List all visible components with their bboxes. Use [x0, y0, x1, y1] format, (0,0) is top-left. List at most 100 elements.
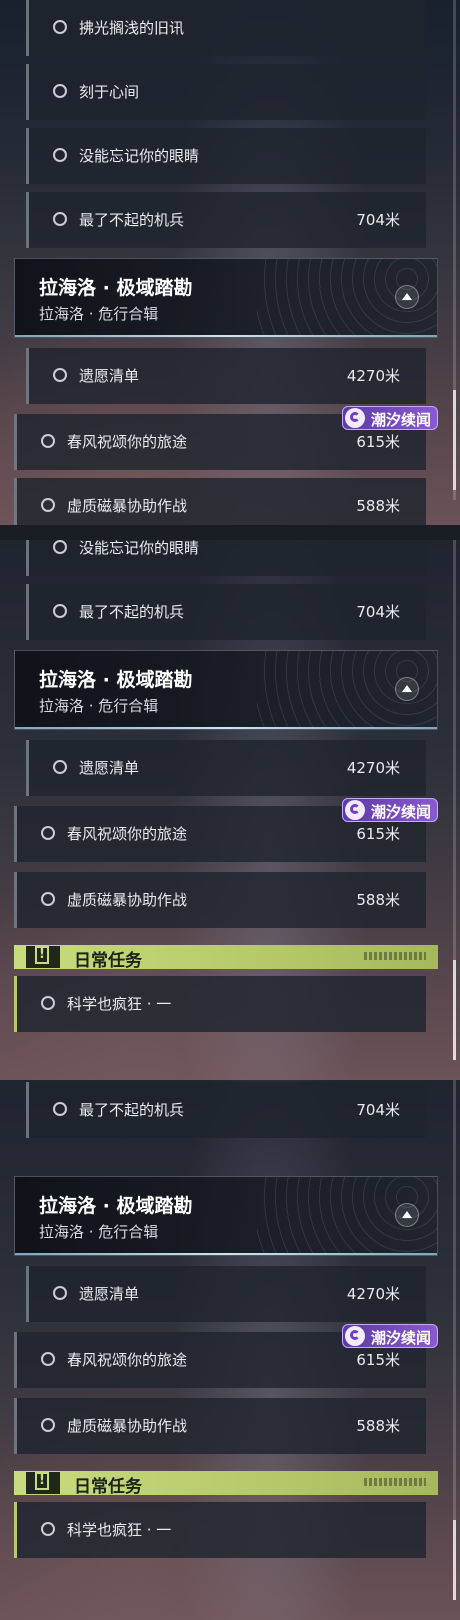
- quest-distance: 588米: [356, 497, 400, 515]
- section-title: 拉海洛 · 极域踏勘: [39, 1195, 193, 1217]
- circle-icon: [41, 892, 55, 906]
- quest-row[interactable]: 最了不起的机兵 704米: [26, 584, 426, 640]
- circle-icon: [41, 434, 55, 448]
- daily-quests-header[interactable]: 日常任务: [14, 1471, 438, 1497]
- quest-label: 虚质磁暴协助作战: [67, 1417, 188, 1435]
- quest-row[interactable]: 虚质磁暴协助作战 588米: [14, 1398, 426, 1454]
- quest-label: 遗愿清单: [79, 367, 140, 385]
- quest-label: 没能忘记你的眼睛: [79, 540, 200, 557]
- tide-icon: [345, 408, 365, 428]
- quest-label: 最了不起的机兵: [79, 603, 185, 621]
- event-badge: 潮汐续闻: [342, 406, 438, 430]
- circle-icon: [53, 540, 67, 554]
- quest-label: 春风祝颂你的旅途: [67, 1351, 188, 1369]
- quest-section-header[interactable]: 拉海洛 · 极域踏勘 拉海洛 · 危行合辑: [14, 258, 438, 338]
- quest-label: 最了不起的机兵: [79, 1101, 185, 1119]
- section-subtitle: 拉海洛 · 危行合辑: [39, 697, 159, 715]
- quest-label: 遗愿清单: [79, 759, 140, 777]
- tide-icon: [345, 1326, 365, 1346]
- quest-distance: 704米: [356, 211, 400, 229]
- event-badge-label: 潮汐续闻: [371, 803, 432, 821]
- chevron-up-icon[interactable]: [395, 285, 419, 309]
- quest-row[interactable]: 遗愿清单 4270米: [26, 740, 426, 796]
- chevron-up-icon[interactable]: [395, 677, 419, 701]
- section-underline: [15, 335, 437, 337]
- quest-distance: 615米: [356, 1351, 400, 1369]
- quest-distance: 704米: [356, 1101, 400, 1119]
- circle-icon: [41, 498, 55, 512]
- scrollbar-thumb[interactable]: [453, 1520, 456, 1600]
- quest-label: 虚质磁暴协助作战: [67, 497, 188, 515]
- circle-icon: [53, 760, 67, 774]
- quest-distance: 588米: [356, 891, 400, 909]
- quest-panel-2: 没能忘记你的眼睛 最了不起的机兵 704米 拉海洛 · 极域踏勘 拉海洛 · 危…: [0, 540, 460, 1080]
- scrollbar-thumb[interactable]: [453, 390, 456, 490]
- quest-row[interactable]: 刻于心间: [26, 64, 426, 120]
- quest-label: 没能忘记你的眼睛: [79, 147, 200, 165]
- quest-row[interactable]: 遗愿清单 4270米: [26, 1266, 426, 1322]
- quest-panel-1: 拂光搁浅的旧讯 刻于心间 没能忘记你的眼睛 最了不起的机兵 704米 拉海洛 ·…: [0, 0, 460, 525]
- quest-row[interactable]: 遗愿清单 4270米: [26, 348, 426, 404]
- quest-panel-3: 最了不起的机兵 704米 拉海洛 · 极域踏勘 拉海洛 · 危行合辑 遗愿清单 …: [0, 1080, 460, 1620]
- quest-row[interactable]: 最了不起的机兵 704米: [26, 1082, 426, 1138]
- section-underline: [15, 727, 437, 729]
- quest-label: 科学也疯狂 · 一: [67, 995, 172, 1013]
- section-underline: [15, 1253, 437, 1255]
- circle-icon: [41, 826, 55, 840]
- quest-label: 刻于心间: [79, 83, 140, 101]
- daily-quests-header[interactable]: 日常任务: [14, 945, 438, 971]
- quest-distance: 4270米: [346, 367, 400, 385]
- tide-icon: [345, 800, 365, 820]
- circle-icon: [53, 1286, 67, 1300]
- quest-row[interactable]: 最了不起的机兵 704米: [26, 192, 426, 248]
- quest-distance: 588米: [356, 1417, 400, 1435]
- circle-icon: [53, 148, 67, 162]
- section-title: 拉海洛 · 极域踏勘: [39, 669, 193, 691]
- quest-label: 春风祝颂你的旅途: [67, 433, 188, 451]
- exclamation-icon: [26, 946, 60, 968]
- quest-label: 遗愿清单: [79, 1285, 140, 1303]
- quest-row[interactable]: 科学也疯狂 · 一: [14, 1502, 426, 1558]
- decorative-tag: [364, 1478, 426, 1486]
- scrollbar-thumb[interactable]: [453, 960, 456, 1060]
- quest-row[interactable]: 科学也疯狂 · 一: [14, 976, 426, 1032]
- quest-distance: 615米: [356, 825, 400, 843]
- quest-row[interactable]: 虚质磁暴协助作战 588米: [14, 478, 426, 525]
- circle-icon: [53, 212, 67, 226]
- section-title: 拉海洛 · 极域踏勘: [39, 277, 193, 299]
- circle-icon: [53, 84, 67, 98]
- quest-label: 最了不起的机兵: [79, 211, 185, 229]
- quest-row[interactable]: 没能忘记你的眼睛: [26, 128, 426, 184]
- quest-row[interactable]: 拂光搁浅的旧讯: [26, 0, 426, 56]
- quest-distance: 4270米: [346, 759, 400, 777]
- quest-section-header[interactable]: 拉海洛 · 极域踏勘 拉海洛 · 危行合辑: [14, 1176, 438, 1256]
- circle-icon: [41, 1352, 55, 1366]
- exclamation-icon: [26, 1472, 60, 1494]
- quest-label: 拂光搁浅的旧讯: [79, 19, 185, 37]
- quest-distance: 615米: [356, 433, 400, 451]
- daily-quests-title: 日常任务: [74, 951, 142, 971]
- circle-icon: [41, 996, 55, 1010]
- quest-row[interactable]: 没能忘记你的眼睛: [26, 540, 426, 576]
- section-subtitle: 拉海洛 · 危行合辑: [39, 1223, 159, 1241]
- event-badge: 潮汐续闻: [342, 1324, 438, 1348]
- quest-distance: 4270米: [346, 1285, 400, 1303]
- quest-section-header[interactable]: 拉海洛 · 极域踏勘 拉海洛 · 危行合辑: [14, 650, 438, 730]
- circle-icon: [41, 1418, 55, 1432]
- circle-icon: [53, 368, 67, 382]
- circle-icon: [41, 1522, 55, 1536]
- event-badge-label: 潮汐续闻: [371, 1329, 432, 1347]
- decorative-tag: [364, 952, 426, 960]
- quest-row[interactable]: 虚质磁暴协助作战 588米: [14, 872, 426, 928]
- section-subtitle: 拉海洛 · 危行合辑: [39, 305, 159, 323]
- circle-icon: [53, 20, 67, 34]
- daily-quests-title: 日常任务: [74, 1477, 142, 1497]
- circle-icon: [53, 604, 67, 618]
- event-badge-label: 潮汐续闻: [371, 411, 432, 429]
- event-badge: 潮汐续闻: [342, 798, 438, 822]
- quest-label: 科学也疯狂 · 一: [67, 1521, 172, 1539]
- circle-icon: [53, 1102, 67, 1116]
- quest-distance: 704米: [356, 603, 400, 621]
- chevron-up-icon[interactable]: [395, 1203, 419, 1227]
- quest-label: 虚质磁暴协助作战: [67, 891, 188, 909]
